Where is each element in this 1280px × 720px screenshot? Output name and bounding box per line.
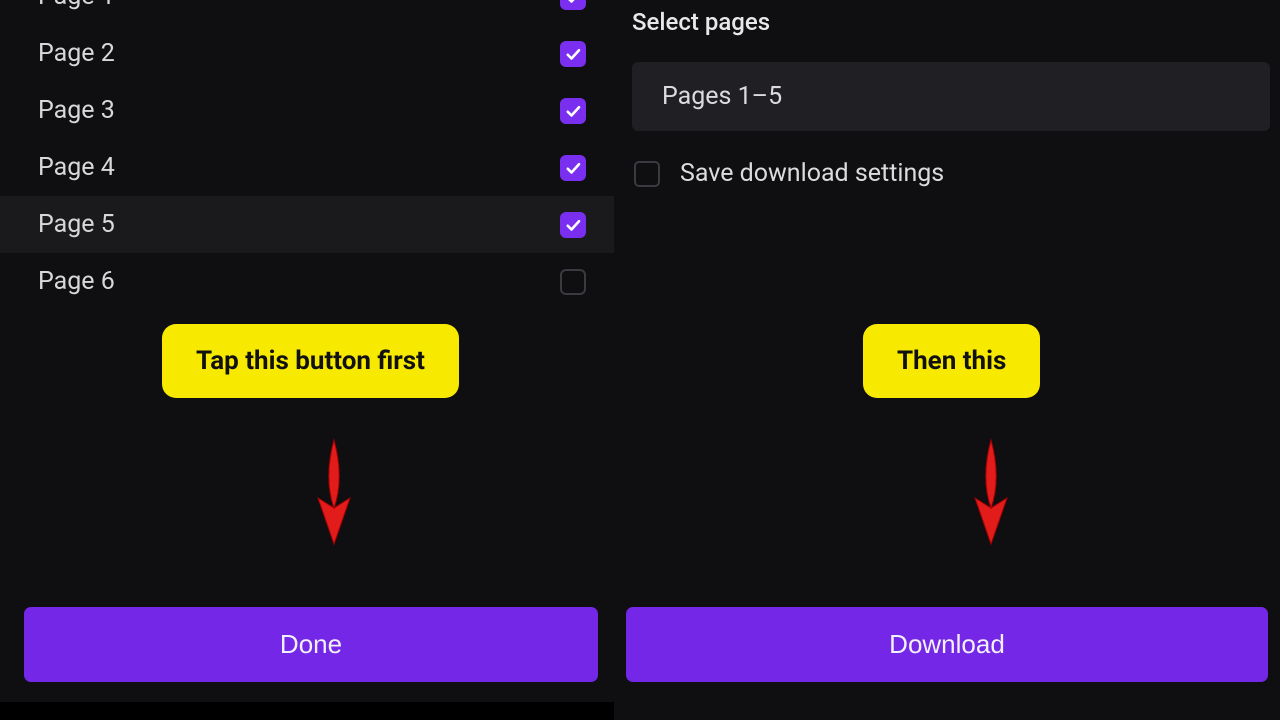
page-row[interactable]: Page 1 [0, 0, 614, 25]
page-row[interactable]: Page 2 [0, 25, 614, 82]
page-label: Page 3 [38, 96, 115, 125]
page-label: Page 5 [38, 210, 115, 239]
page-label: Page 1 [38, 0, 115, 11]
bottom-bar: Done [24, 607, 598, 682]
save-settings-label: Save download settings [680, 159, 944, 188]
done-button[interactable]: Done [24, 607, 598, 682]
arrow-down-icon [308, 436, 360, 546]
page-row[interactable]: Page 4 [0, 139, 614, 196]
bottom-bar: Download [626, 607, 1268, 682]
page-label: Page 4 [38, 153, 115, 182]
page-row[interactable]: Page 3 [0, 82, 614, 139]
checkbox-checked-icon[interactable] [560, 155, 586, 181]
page-list: Page 1 Page 2 Page 3 Page 4 [0, 0, 614, 310]
checkbox-unchecked-icon[interactable] [634, 161, 660, 187]
arrow-down-icon [965, 436, 1017, 546]
checkbox-checked-icon[interactable] [560, 98, 586, 124]
checkbox-checked-icon[interactable] [560, 212, 586, 238]
save-settings-row[interactable]: Save download settings [634, 159, 1280, 188]
annotation-callout: Tap this button first [162, 324, 459, 398]
page-row[interactable]: Page 5 [0, 196, 614, 253]
page-range-select[interactable]: Pages 1–5 [632, 62, 1270, 131]
page-row[interactable]: Page 6 [0, 253, 614, 310]
annotation-callout: Then this [863, 324, 1040, 398]
download-button[interactable]: Download [626, 607, 1268, 682]
page-label: Page 2 [38, 39, 115, 68]
checkbox-checked-icon[interactable] [560, 41, 586, 67]
select-pages-label: Select pages [626, 8, 1280, 36]
page-label: Page 6 [38, 267, 115, 296]
checkbox-unchecked-icon[interactable] [560, 269, 586, 295]
android-nav-strip [0, 702, 614, 720]
checkbox-checked-icon[interactable] [560, 0, 586, 10]
